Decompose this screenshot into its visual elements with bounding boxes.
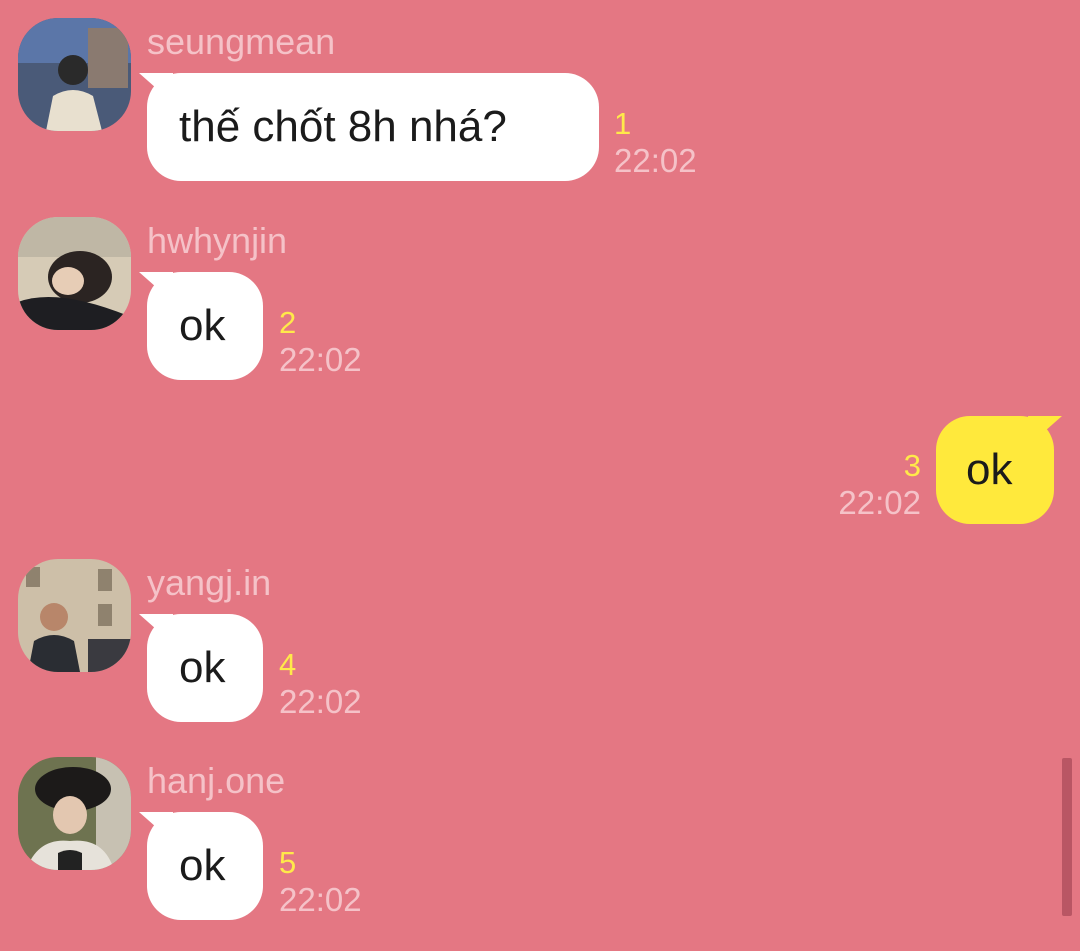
- message-text: thế chốt 8h nhá?: [179, 102, 507, 151]
- message-time: 22:02: [279, 881, 362, 918]
- message-bubble[interactable]: ok: [147, 272, 263, 380]
- unread-count: 1: [614, 106, 632, 141]
- message-bubble-self[interactable]: ok: [936, 416, 1054, 524]
- message-meta: 4 22:02: [279, 647, 362, 721]
- avatar-hwhynjin[interactable]: [18, 217, 131, 330]
- message-row: hanj.one ok 5 22:02: [0, 757, 1080, 927]
- unread-count: 2: [279, 305, 297, 340]
- sender-name: hwhynjin: [147, 220, 288, 261]
- message-meta: 1 22:02: [614, 106, 697, 180]
- message-row: yangj.in ok 4 22:02: [0, 559, 1080, 729]
- avatar-hanj-one[interactable]: [18, 757, 131, 870]
- message-bubble[interactable]: ok: [147, 812, 263, 920]
- message-text: ok: [179, 841, 226, 890]
- message-text: ok: [966, 445, 1013, 494]
- message-bubble[interactable]: ok: [147, 614, 263, 722]
- sender-name: seungmean: [147, 21, 336, 62]
- sender-name: yangj.in: [147, 562, 272, 603]
- message-bubble[interactable]: thế chốt 8h nhá?: [147, 73, 599, 181]
- message-meta: 5 22:02: [279, 845, 362, 919]
- message-time: 22:02: [838, 484, 921, 521]
- message-meta: 2 22:02: [279, 305, 362, 379]
- sender-name: hanj.one: [147, 760, 286, 801]
- avatar-yangj-in[interactable]: [18, 559, 131, 672]
- message-row-self: 3 22:02 ok: [0, 416, 1080, 526]
- profile-photo: [18, 217, 131, 330]
- message-text: ok: [179, 643, 226, 692]
- message-time: 22:02: [614, 142, 697, 179]
- message-text: ok: [179, 301, 226, 350]
- message-time: 22:02: [279, 341, 362, 378]
- chat-message-list: seungmean thế chốt 8h nhá? 1 22:02 hwhyn…: [0, 0, 1080, 951]
- unread-count: 4: [279, 647, 297, 682]
- profile-photo: [18, 18, 131, 131]
- unread-count: 3: [903, 448, 921, 483]
- scrollbar[interactable]: [1062, 758, 1072, 916]
- message-meta: 3 22:02: [838, 448, 921, 522]
- message-row: seungmean thế chốt 8h nhá? 1 22:02: [0, 18, 1080, 188]
- unread-count: 5: [279, 845, 297, 880]
- message-time: 22:02: [279, 683, 362, 720]
- profile-photo: [18, 757, 131, 870]
- message-row: hwhynjin ok 2 22:02: [0, 217, 1080, 387]
- profile-photo: [18, 559, 131, 672]
- avatar-seungmean[interactable]: [18, 18, 131, 131]
